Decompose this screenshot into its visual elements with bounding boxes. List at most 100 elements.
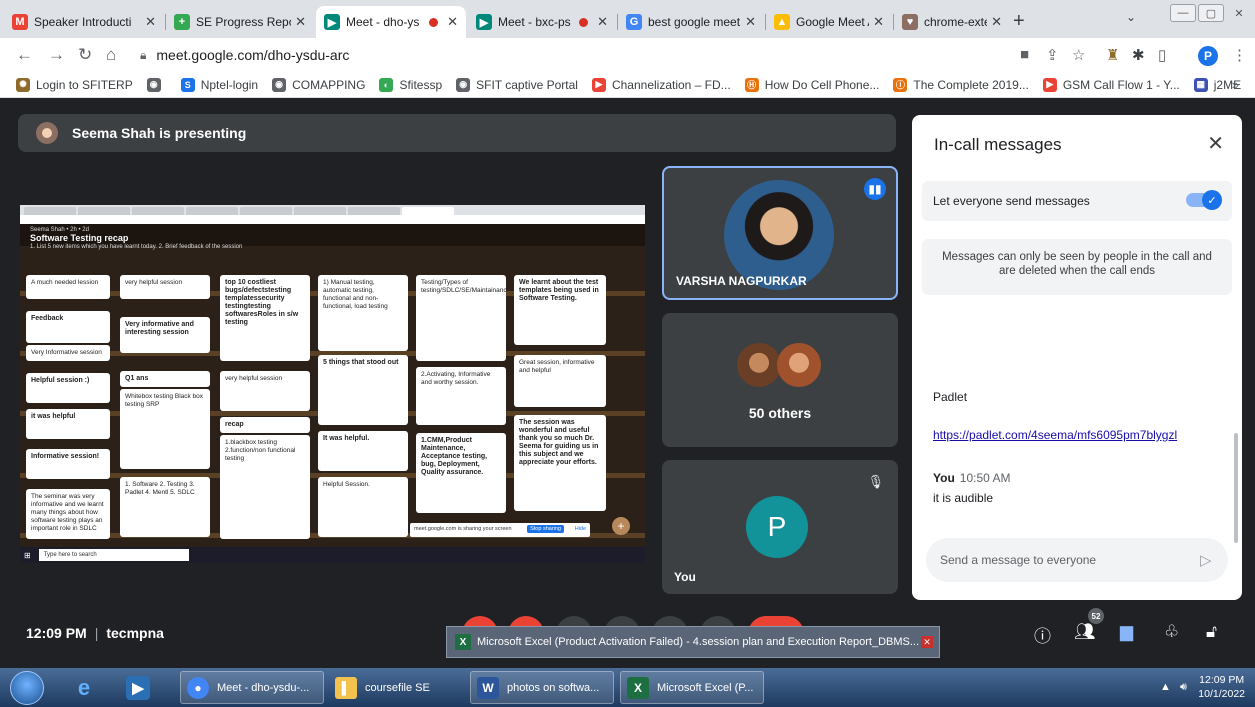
- reload-icon[interactable]: ↻: [78, 45, 92, 65]
- padlet-card[interactable]: very helpful session: [120, 275, 210, 299]
- bookmark-sfiterp[interactable]: ✺ Login to SFITERP: [16, 77, 133, 92]
- padlet-card[interactable]: Q1 ans: [120, 371, 210, 387]
- padlet-card[interactable]: Helpful Session.: [318, 477, 408, 537]
- extension-attendance-icon[interactable]: ♜: [1106, 46, 1119, 64]
- share-icon[interactable]: ⇪: [1046, 46, 1059, 64]
- bookmark-sfitessp[interactable]: ◐ Sfitessp: [379, 77, 442, 92]
- chat-scrollbar[interactable]: [1234, 433, 1238, 543]
- camera-in-use-icon[interactable]: ■: [1020, 46, 1029, 63]
- bookmark-nptel[interactable]: S Nptel-login: [180, 77, 258, 92]
- maximize-icon[interactable]: ▢: [1198, 4, 1224, 22]
- taskbar-item-folder[interactable]: ▌ coursefile SE: [328, 671, 466, 704]
- padlet-card[interactable]: 5 things that stood out: [318, 355, 408, 425]
- browser-tab-chrome-extension[interactable]: ♥ chrome-extension ✕: [894, 6, 1010, 38]
- padlet-card[interactable]: 1. Software 2. Testing 3. Padlet 4. Ment…: [120, 477, 210, 537]
- close-tab-icon[interactable]: ✕: [295, 14, 306, 30]
- home-icon[interactable]: ⌂: [106, 45, 116, 65]
- bookmark-cell-phone[interactable]: Ⓗ How Do Cell Phone...: [744, 77, 879, 92]
- chat-message-input[interactable]: [926, 538, 1228, 582]
- padlet-card[interactable]: The session was wonderful and useful tha…: [514, 415, 606, 511]
- close-tab-icon[interactable]: ✕: [145, 14, 156, 30]
- padlet-card[interactable]: 1.blackbox testing 2.function/non functi…: [220, 435, 310, 539]
- close-tab-icon[interactable]: ✕: [991, 14, 1002, 30]
- let-everyone-send-toggle[interactable]: ✓: [1186, 190, 1222, 210]
- padlet-card[interactable]: Feedback: [26, 311, 110, 343]
- internet-explorer-icon[interactable]: e: [72, 675, 96, 700]
- volume-icon[interactable]: 🔊︎: [1180, 681, 1187, 694]
- back-icon[interactable]: ←: [16, 45, 33, 65]
- host-controls-icon[interactable]: 🔓︎: [1206, 622, 1217, 642]
- windows-start-button[interactable]: [10, 671, 44, 705]
- shared-screen[interactable]: Seema Shah • 2h • 2d Software Testing re…: [20, 205, 645, 563]
- side-panel-icon[interactable]: ▯: [1158, 46, 1166, 64]
- stop-sharing-button[interactable]: Stop sharing: [527, 525, 564, 533]
- padlet-card[interactable]: top 10 costliest bugs/defectstesting tem…: [220, 275, 310, 361]
- show-hidden-icons-icon[interactable]: ▲: [1160, 681, 1171, 693]
- activities-icon[interactable]: ♧: [1164, 622, 1179, 642]
- browser-tab-se-progress[interactable]: + SE Progress Repor ✕: [166, 6, 314, 38]
- media-player-icon[interactable]: ▶: [126, 676, 150, 700]
- chat-icon[interactable]: ▆: [1120, 622, 1133, 642]
- padlet-card[interactable]: The seminar was very informative and we …: [26, 489, 110, 539]
- forward-icon[interactable]: →: [48, 45, 65, 65]
- padlet-card[interactable]: Informative session!: [26, 449, 110, 479]
- excel-activation-popup[interactable]: X Microsoft Excel (Product Activation Fa…: [446, 626, 940, 658]
- minimize-icon[interactable]: —: [1170, 4, 1196, 22]
- extensions-puzzle-icon[interactable]: ✱: [1132, 46, 1145, 64]
- profile-avatar[interactable]: P: [1198, 46, 1218, 66]
- more-bookmarks-icon[interactable]: »: [1232, 77, 1239, 92]
- taskbar-item-word[interactable]: W photos on softwa...: [470, 671, 614, 704]
- padlet-card[interactable]: 1) Manual testing, automatic testing, fu…: [318, 275, 408, 351]
- chat-message-link[interactable]: https://padlet.com/4seema/mfs6095pm7blyg…: [933, 428, 1177, 442]
- padlet-card[interactable]: It was helpful.: [318, 431, 408, 471]
- taskbar-item-excel[interactable]: X Microsoft Excel (P...: [620, 671, 764, 704]
- close-popup-icon[interactable]: ✕: [921, 636, 934, 648]
- close-panel-icon[interactable]: ✕: [1207, 131, 1224, 156]
- padlet-subtitle: 1. List 5 new items which you have learn…: [30, 244, 243, 250]
- browser-tab-meet-bxc[interactable]: ▶ Meet - bxc-ps ✕: [468, 6, 616, 38]
- bookmark-channelization[interactable]: ▶ Channelization – FD...: [591, 77, 731, 92]
- padlet-card[interactable]: A much needed lession: [26, 275, 110, 299]
- address-bar[interactable]: 🔒︎ meet.google.com/dho-ysdu-arc: [140, 42, 990, 68]
- bookmark-captive-portal[interactable]: ◉ SFIT captive Portal: [456, 77, 578, 92]
- padlet-card[interactable]: it was helpful: [26, 409, 110, 439]
- add-post-icon[interactable]: +: [612, 517, 630, 535]
- new-tab-icon[interactable]: +: [1013, 10, 1025, 33]
- browser-tab-meet-attendance[interactable]: ▲ Google Meet Atte ✕: [766, 6, 892, 38]
- bookmark-complete-2019[interactable]: ⓘ The Complete 2019...: [893, 77, 1029, 92]
- close-tab-icon[interactable]: ✕: [597, 14, 608, 30]
- close-tab-icon[interactable]: ✕: [447, 14, 458, 30]
- close-tab-icon[interactable]: ✕: [745, 14, 756, 30]
- system-clock[interactable]: 12:09 PM 10/1/2022: [1198, 673, 1245, 701]
- padlet-card[interactable]: Very informative and interesting session: [120, 317, 210, 353]
- meeting-details-icon[interactable]: ⓘ: [1034, 622, 1051, 647]
- padlet-card[interactable]: Testing/Types of testing/SDLC/SE/Maintai…: [416, 275, 506, 361]
- padlet-card[interactable]: We learnt about the test templates being…: [514, 275, 606, 345]
- chrome-menu-icon[interactable]: ⋮: [1232, 46, 1247, 64]
- padlet-card[interactable]: very helpful session: [220, 371, 310, 411]
- browser-tab-google-search[interactable]: G best google meet ✕: [618, 6, 764, 38]
- bookmark-star-icon[interactable]: ☆: [1072, 46, 1085, 64]
- bookmark-comapping[interactable]: ◉ COMAPPING: [272, 77, 365, 92]
- people-icon[interactable]: 👥︎: [1074, 622, 1096, 642]
- padlet-card[interactable]: 1.CMM,Product Maintenance, Acceptance te…: [416, 433, 506, 513]
- close-tab-icon[interactable]: ✕: [873, 14, 884, 30]
- bookmark-globe[interactable]: ◉: [146, 77, 167, 92]
- tab-search-chevron-icon[interactable]: ⌄: [1126, 10, 1136, 24]
- taskbar-item-meet[interactable]: ● Meet - dho-ysdu-...: [180, 671, 324, 704]
- padlet-card[interactable]: recap: [220, 417, 310, 433]
- padlet-card[interactable]: Very Informative session: [26, 345, 110, 361]
- padlet-card[interactable]: Whitebox testing Black box testing SRP: [120, 389, 210, 469]
- hide-button[interactable]: Hide: [575, 526, 586, 532]
- padlet-card[interactable]: 2.Activating, Informative and worthy ses…: [416, 367, 506, 425]
- send-icon[interactable]: ▷: [1200, 551, 1212, 569]
- browser-tab-meet-dho[interactable]: ▶ Meet - dho-ys ✕: [316, 6, 466, 38]
- participant-tile-speaker[interactable]: ▮▮ VARSHA NAGPURKAR: [662, 166, 898, 300]
- close-window-icon[interactable]: ✕: [1226, 4, 1252, 22]
- participant-tile-others[interactable]: 50 others: [662, 313, 898, 447]
- participant-tile-self[interactable]: 🎙︎ P You: [662, 460, 898, 594]
- padlet-card[interactable]: Helpful session :): [26, 373, 110, 403]
- padlet-card[interactable]: Great session, informative and helpful: [514, 355, 606, 407]
- browser-tab-speaker-intro[interactable]: M Speaker Introducti ✕: [4, 6, 164, 38]
- bookmark-gsm-call-flow[interactable]: ▶ GSM Call Flow 1 - Y...: [1042, 77, 1180, 92]
